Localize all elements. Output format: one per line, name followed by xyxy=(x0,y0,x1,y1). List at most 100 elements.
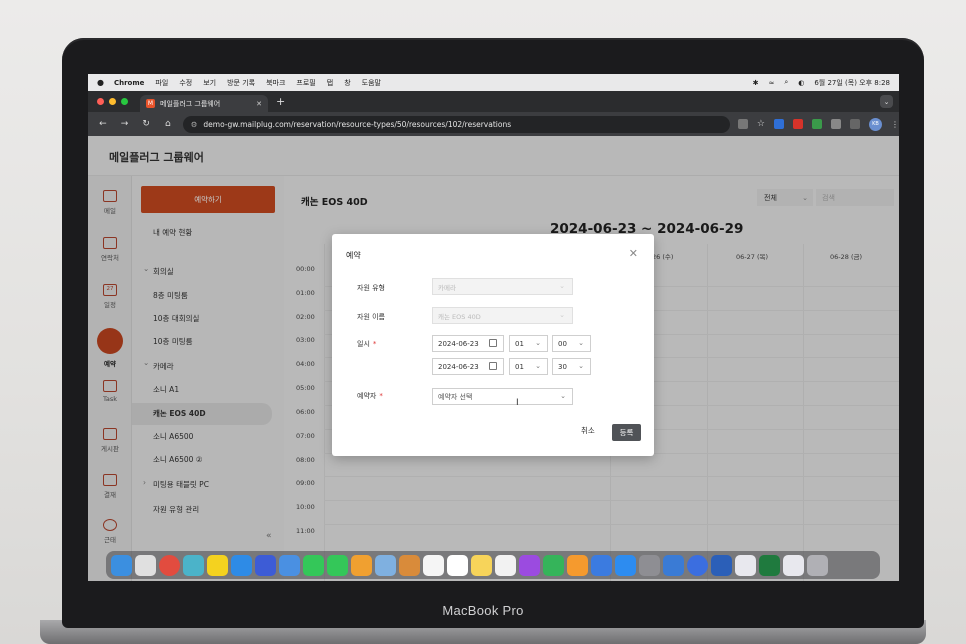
chrome-icon[interactable] xyxy=(159,554,180,576)
launchpad-icon[interactable] xyxy=(135,554,156,576)
app-store-icon[interactable] xyxy=(615,554,636,576)
booker-label-text: 예약자 xyxy=(357,392,377,400)
maps-icon[interactable] xyxy=(375,554,396,576)
url-text: demo-gw.mailplug.com/reservation/resourc… xyxy=(203,119,512,129)
menu-profiles[interactable]: 프로필 xyxy=(296,78,315,88)
translate-icon[interactable] xyxy=(737,119,748,129)
device-label: MacBook Pro xyxy=(442,603,524,618)
sidepanel-icon[interactable] xyxy=(849,119,860,129)
mailplug-favicon-icon: M xyxy=(146,99,155,108)
photos-icon[interactable] xyxy=(351,554,372,576)
podcasts-icon[interactable] xyxy=(519,554,540,576)
menu-bookmarks[interactable]: 북마크 xyxy=(266,78,285,88)
start-date-value: 2024-06-23 xyxy=(438,339,479,348)
cancel-button[interactable]: 취소 xyxy=(581,425,595,436)
chevron-down-icon: ⌄ xyxy=(535,362,541,370)
end-minute-select[interactable]: 30 ⌄ xyxy=(552,358,591,375)
submit-button[interactable]: 등록 xyxy=(612,424,641,441)
pages-icon[interactable] xyxy=(567,554,588,576)
finder-icon[interactable] xyxy=(111,554,132,576)
tab-close-icon[interactable]: ✕ xyxy=(256,100,262,108)
window-controls xyxy=(97,98,128,105)
chevron-down-icon: ⌄ xyxy=(559,311,565,319)
bluetooth-icon[interactable]: ✱ xyxy=(753,79,759,87)
menu-tab[interactable]: 탭 xyxy=(327,78,333,88)
menubar-clock[interactable]: 6월 27일 (목) 오후 8:28 xyxy=(814,78,890,88)
profile-avatar[interactable]: KB xyxy=(868,117,882,131)
trash-icon[interactable] xyxy=(807,554,828,576)
screen: ● Chrome 파일 수정 보기 방문 기록 북마크 프로필 탭 창 도움말 … xyxy=(88,74,899,581)
close-icon[interactable]: ✕ xyxy=(629,247,638,260)
bookmark-star-icon[interactable]: ☆ xyxy=(757,119,765,129)
end-date-value: 2024-06-23 xyxy=(438,362,479,371)
chrome-menu-icon[interactable]: ⋮ xyxy=(891,120,899,129)
g-app-icon[interactable] xyxy=(663,554,684,576)
facetime-icon[interactable] xyxy=(303,554,324,576)
freeform-icon[interactable] xyxy=(495,554,516,576)
save-extension-icon[interactable] xyxy=(811,119,822,129)
start-minute-value: 00 xyxy=(558,339,567,348)
address-bar[interactable]: ⚙ demo-gw.mailplug.com/reservation/resou… xyxy=(182,115,730,133)
contacts-app-icon[interactable] xyxy=(399,554,420,576)
bird-app-icon[interactable] xyxy=(183,554,204,576)
messages-icon[interactable] xyxy=(327,554,348,576)
word-icon[interactable] xyxy=(711,554,732,576)
calendar-icon xyxy=(489,362,497,370)
eo-app-2-icon[interactable] xyxy=(783,554,804,576)
zoom-window-button[interactable] xyxy=(121,98,128,105)
photo-scene: MacBook Pro ● Chrome 파일 수정 보기 방문 기록 북마크 … xyxy=(0,0,966,644)
start-hour-select[interactable]: 01 ⌄ xyxy=(509,335,548,352)
required-mark: * xyxy=(379,392,383,400)
eo-app-icon[interactable] xyxy=(735,554,756,576)
menu-file[interactable]: 파일 xyxy=(155,78,168,88)
end-hour-select[interactable]: 01 ⌄ xyxy=(509,358,548,375)
apple-icon[interactable]: ● xyxy=(97,78,104,87)
excel-icon[interactable] xyxy=(759,554,780,576)
minimize-window-button[interactable] xyxy=(109,98,116,105)
menu-window[interactable]: 창 xyxy=(344,78,350,88)
vpn-app-icon[interactable] xyxy=(255,554,276,576)
reload-icon[interactable]: ↻ xyxy=(139,119,153,129)
reminders-icon[interactable] xyxy=(423,554,444,576)
reservation-dialog: 예약 ✕ 자원 유형 카메라 ⌄ 자원 이름 캐논 EOS 40D ⌄ 일시 * … xyxy=(332,234,654,456)
new-tab-button[interactable]: + xyxy=(276,95,285,108)
spotlight-icon[interactable]: ⌕ xyxy=(784,78,788,87)
wifi-icon[interactable]: ≈ xyxy=(768,79,774,87)
calendar-app-icon[interactable] xyxy=(447,554,468,576)
settings-icon[interactable] xyxy=(639,554,660,576)
talk-app-icon[interactable] xyxy=(207,554,228,576)
extensions-area: ☆ KB ⋮ xyxy=(737,117,899,131)
keynote-icon[interactable] xyxy=(591,554,612,576)
menubar-status: ✱ ≈ ⌕ ◐ 6월 27일 (목) 오후 8:28 xyxy=(743,74,890,91)
back-icon[interactable]: ← xyxy=(96,119,110,129)
menu-view[interactable]: 보기 xyxy=(203,78,216,88)
menu-edit[interactable]: 수정 xyxy=(179,78,192,88)
close-window-button[interactable] xyxy=(97,98,104,105)
site-info-icon[interactable]: ⚙ xyxy=(191,120,198,129)
chevron-down-icon: ⌄ xyxy=(578,339,584,347)
safari-icon[interactable] xyxy=(231,554,252,576)
start-date-input[interactable]: 2024-06-23 xyxy=(432,335,504,352)
end-minute-value: 30 xyxy=(558,362,567,371)
pdf-extension-icon[interactable] xyxy=(792,119,803,129)
mail-app-icon[interactable] xyxy=(279,554,300,576)
resource-name-select: 캐논 EOS 40D ⌄ xyxy=(432,307,573,324)
menu-app-name[interactable]: Chrome xyxy=(114,79,144,87)
tab-search-icon[interactable]: ⌄ xyxy=(880,95,893,108)
download-extension-icon[interactable] xyxy=(773,119,784,129)
notes-icon[interactable] xyxy=(471,554,492,576)
home-icon[interactable]: ⌂ xyxy=(161,119,175,129)
numbers-icon[interactable] xyxy=(543,554,564,576)
end-date-input[interactable]: 2024-06-23 xyxy=(432,358,504,375)
menu-help[interactable]: 도움말 xyxy=(362,78,381,88)
resource-type-value: 카메라 xyxy=(438,283,456,292)
menu-history[interactable]: 방문 기록 xyxy=(227,78,255,88)
control-center-icon[interactable]: ◐ xyxy=(798,79,804,87)
tab-title: 메일플러그 그룹웨어 xyxy=(160,99,221,108)
forward-icon[interactable]: → xyxy=(118,119,132,129)
browser-tab[interactable]: M 메일플러그 그룹웨어 ✕ xyxy=(140,95,268,112)
compass-app-icon[interactable] xyxy=(687,554,708,576)
start-minute-select[interactable]: 00 ⌄ xyxy=(552,335,591,352)
booker-select[interactable]: 예약자 선택 ⌄ xyxy=(432,388,573,405)
extensions-puzzle-icon[interactable] xyxy=(830,119,841,129)
